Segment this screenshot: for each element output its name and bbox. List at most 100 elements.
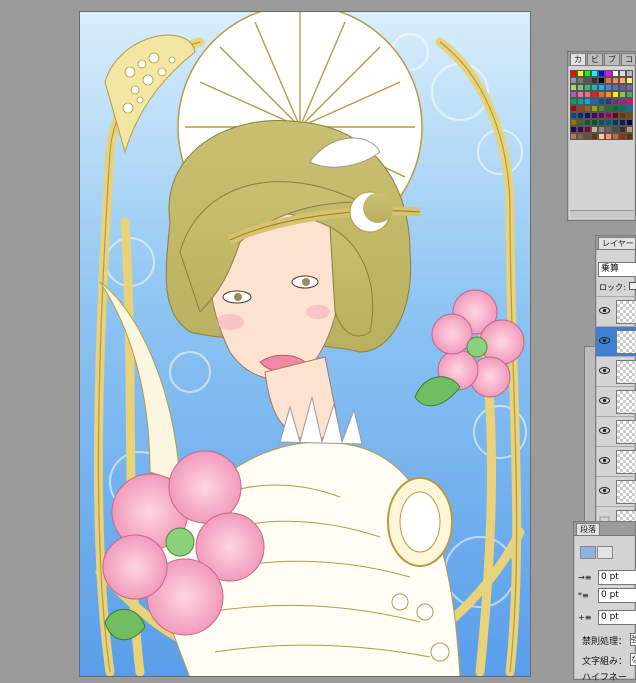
- kinsoku-select[interactable]: 強: [630, 633, 636, 646]
- tab-swatch-d[interactable]: コ: [621, 53, 635, 65]
- swatch-color[interactable]: [577, 84, 584, 91]
- swatch-color[interactable]: [591, 77, 598, 84]
- swatch-color[interactable]: [598, 91, 605, 98]
- swatch-color[interactable]: [577, 133, 584, 140]
- swatch-color[interactable]: [626, 105, 633, 112]
- swatch-color[interactable]: [626, 70, 633, 77]
- swatch-color[interactable]: [591, 119, 598, 126]
- layer-row[interactable]: [596, 326, 636, 356]
- eye-icon[interactable]: [599, 366, 610, 375]
- swatch-color[interactable]: [598, 112, 605, 119]
- tab-swatch-b[interactable]: ビ: [587, 53, 603, 65]
- swatch-color[interactable]: [612, 70, 619, 77]
- mojikumi-select[interactable]: な: [630, 653, 636, 666]
- indent-first-input[interactable]: 0 pt: [598, 588, 636, 603]
- layer-row[interactable]: [596, 416, 636, 446]
- swatch-color[interactable]: [570, 112, 577, 119]
- swatch-color[interactable]: [584, 84, 591, 91]
- swatch-color[interactable]: [626, 91, 633, 98]
- swatch-color[interactable]: [570, 126, 577, 133]
- swatch-color[interactable]: [626, 84, 633, 91]
- swatch-color[interactable]: [591, 84, 598, 91]
- swatch-color[interactable]: [591, 105, 598, 112]
- layer-row[interactable]: [596, 296, 636, 326]
- swatch-color[interactable]: [584, 133, 591, 140]
- swatch-color[interactable]: [584, 105, 591, 112]
- indent-left-input[interactable]: 0 pt: [598, 570, 636, 585]
- swatch-color[interactable]: [570, 105, 577, 112]
- swatch-color[interactable]: [605, 98, 612, 105]
- swatch-color[interactable]: [584, 70, 591, 77]
- swatch-color[interactable]: [577, 112, 584, 119]
- align-center-button[interactable]: [597, 546, 613, 559]
- swatch-color[interactable]: [598, 84, 605, 91]
- layer-row[interactable]: [596, 476, 636, 506]
- tab-color[interactable]: カ: [570, 53, 586, 65]
- swatch-color[interactable]: [598, 133, 605, 140]
- swatch-color[interactable]: [577, 126, 584, 133]
- swatch-color[interactable]: [612, 91, 619, 98]
- swatch-color[interactable]: [626, 112, 633, 119]
- swatch-color[interactable]: [570, 70, 577, 77]
- swatch-color[interactable]: [605, 112, 612, 119]
- swatch-color[interactable]: [626, 133, 633, 140]
- swatch-color[interactable]: [577, 119, 584, 126]
- swatch-color[interactable]: [577, 77, 584, 84]
- swatch-color[interactable]: [598, 98, 605, 105]
- swatch-color[interactable]: [577, 98, 584, 105]
- swatch-color[interactable]: [619, 112, 626, 119]
- layer-row[interactable]: [596, 356, 636, 386]
- swatch-color[interactable]: [605, 126, 612, 133]
- swatch-color[interactable]: [584, 112, 591, 119]
- hyphenate-checkbox-label[interactable]: ハイフネー: [582, 670, 627, 683]
- swatch-color[interactable]: [619, 126, 626, 133]
- swatch-color[interactable]: [570, 84, 577, 91]
- eye-icon[interactable]: [599, 456, 610, 465]
- swatch-color[interactable]: [605, 91, 612, 98]
- swatch-color[interactable]: [612, 133, 619, 140]
- swatch-color[interactable]: [626, 77, 633, 84]
- eye-icon[interactable]: [599, 396, 610, 405]
- swatch-color[interactable]: [612, 77, 619, 84]
- swatch-color[interactable]: [619, 70, 626, 77]
- swatch-color[interactable]: [598, 119, 605, 126]
- swatch-color[interactable]: [591, 112, 598, 119]
- swatch-color[interactable]: [577, 70, 584, 77]
- swatch-color[interactable]: [584, 126, 591, 133]
- swatch-color[interactable]: [605, 70, 612, 77]
- swatch-color[interactable]: [570, 98, 577, 105]
- swatch-color[interactable]: [619, 98, 626, 105]
- swatch-color[interactable]: [584, 119, 591, 126]
- swatch-color[interactable]: [605, 133, 612, 140]
- tab-layers[interactable]: レイヤー: [598, 237, 635, 249]
- swatch-color[interactable]: [605, 119, 612, 126]
- swatch-color[interactable]: [626, 119, 633, 126]
- layer-row[interactable]: [596, 446, 636, 476]
- swatch-color[interactable]: [591, 91, 598, 98]
- swatch-color[interactable]: [598, 126, 605, 133]
- space-before-input[interactable]: 0 pt: [598, 610, 636, 625]
- swatch-color[interactable]: [612, 112, 619, 119]
- swatch-color[interactable]: [612, 105, 619, 112]
- eye-icon[interactable]: [599, 306, 610, 315]
- tab-paragraph[interactable]: 段落: [576, 523, 600, 535]
- swatch-color[interactable]: [591, 98, 598, 105]
- swatch-color[interactable]: [584, 91, 591, 98]
- eye-icon[interactable]: [599, 426, 610, 435]
- swatch-color[interactable]: [612, 84, 619, 91]
- swatch-color[interactable]: [591, 70, 598, 77]
- document-canvas[interactable]: [79, 11, 531, 677]
- swatch-color[interactable]: [577, 105, 584, 112]
- swatch-color[interactable]: [612, 119, 619, 126]
- swatch-color[interactable]: [598, 77, 605, 84]
- swatch-color[interactable]: [619, 105, 626, 112]
- eye-icon[interactable]: [599, 336, 610, 345]
- tab-swatch-c[interactable]: ブ: [604, 53, 620, 65]
- swatch-color[interactable]: [598, 105, 605, 112]
- swatch-color[interactable]: [605, 105, 612, 112]
- swatch-color[interactable]: [619, 119, 626, 126]
- swatch-color[interactable]: [584, 98, 591, 105]
- swatch-color[interactable]: [626, 98, 633, 105]
- swatch-color[interactable]: [591, 133, 598, 140]
- swatch-color[interactable]: [605, 77, 612, 84]
